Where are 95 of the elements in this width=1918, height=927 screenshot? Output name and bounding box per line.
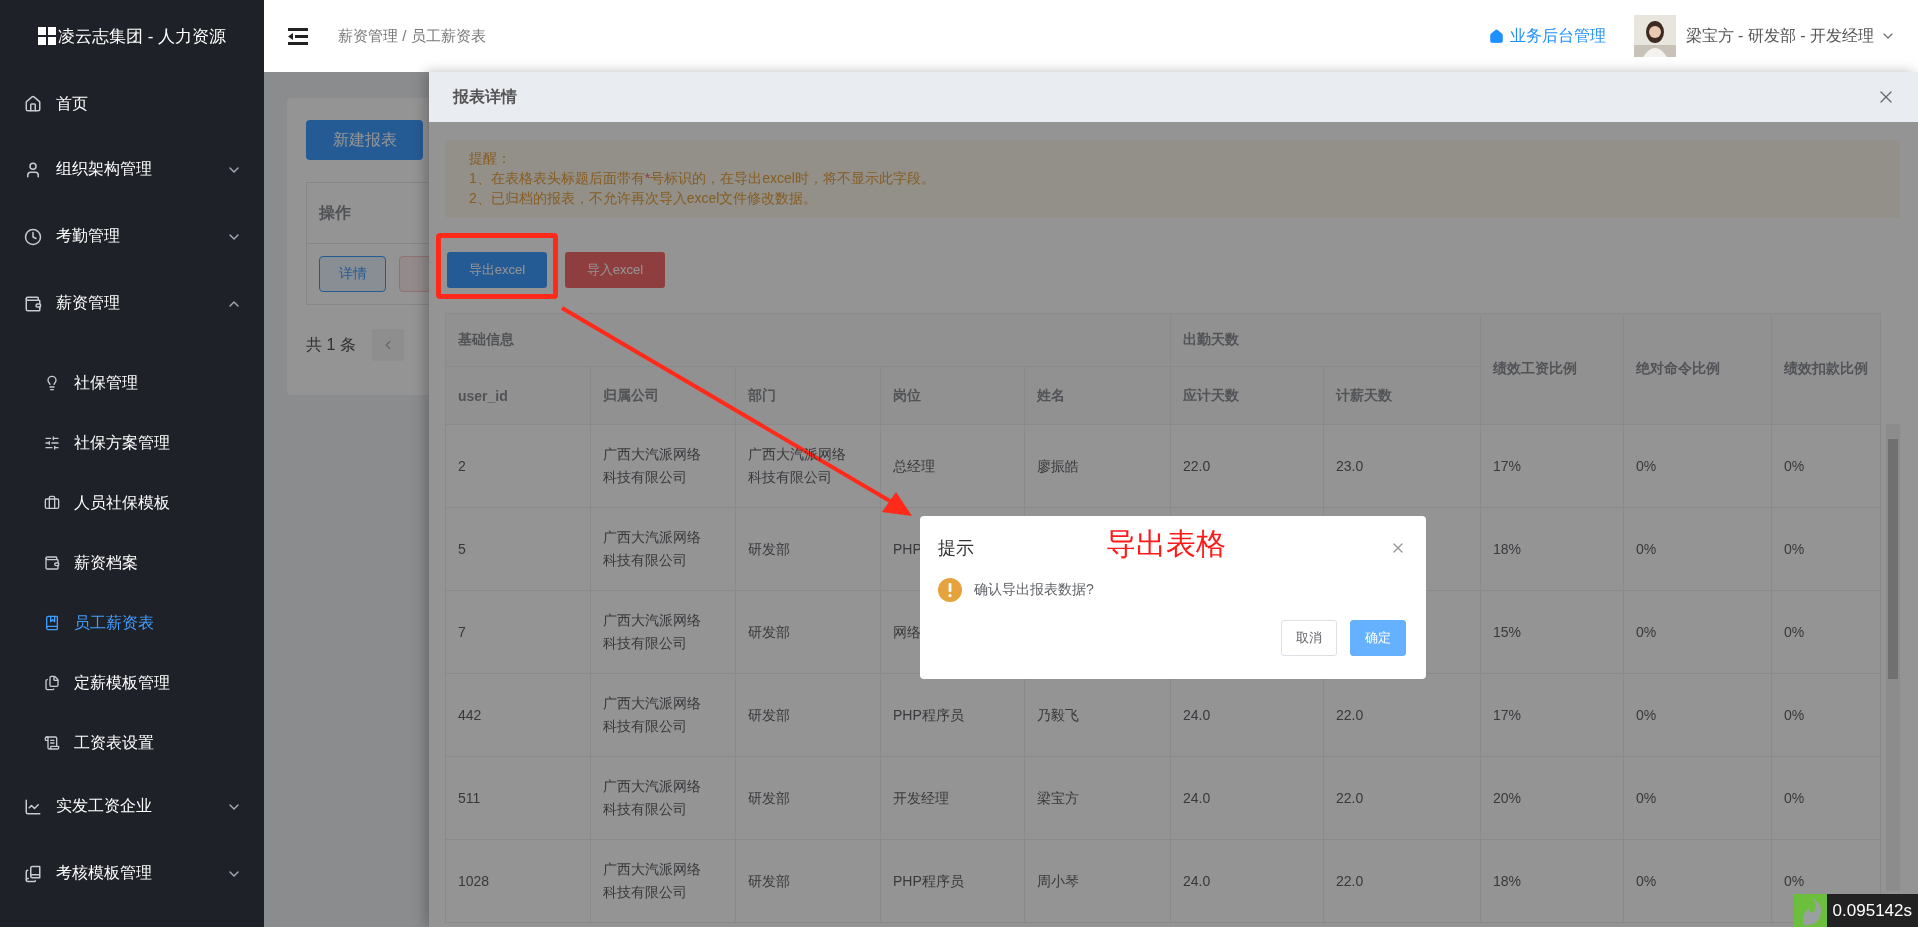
menu-item[interactable]: 考勤管理 <box>0 203 264 270</box>
table-cell-text: 广西大汽派网络科技有限公司 <box>603 611 702 653</box>
table-cell-text: PHP程序员 <box>893 705 964 725</box>
table-cell-text: 17% <box>1493 705 1522 725</box>
table-cell-text: 0% <box>1784 871 1805 891</box>
column-header: 基础信息 <box>445 313 1171 367</box>
table-cell-text: 广西大汽派网络科技有限公司 <box>603 528 702 570</box>
timer-value: 0.095142s <box>1832 900 1912 921</box>
table-cell-text: 总经理 <box>893 456 935 476</box>
column-header: 姓名 <box>1024 366 1171 425</box>
table-cell-text: 0% <box>1636 705 1657 725</box>
submenu-item[interactable]: 员工薪资表 <box>0 593 264 653</box>
column-header: 计薪天数 <box>1323 366 1481 425</box>
table-cell-text: 广西大汽派网络科技有限公司 <box>748 445 847 487</box>
submenu-item[interactable]: 薪资档案 <box>0 533 264 593</box>
submenu-item[interactable]: 人员社保模板 <box>0 473 264 533</box>
total-count: 共 1 条 <box>306 334 356 355</box>
column-header: 归属公司 <box>590 366 736 425</box>
grid-logo-icon <box>37 27 56 45</box>
submenu-item[interactable]: 工资表设置 <box>0 713 264 773</box>
menu-item[interactable]: 首页 <box>0 72 264 136</box>
table-cell-text: 广西大汽派网络科技有限公司 <box>603 694 702 736</box>
cancel-button[interactable]: 取消 <box>1281 620 1337 656</box>
submenu-item[interactable]: 社保管理 <box>0 353 264 413</box>
submenu-item[interactable]: 定薪模板管理 <box>0 653 264 713</box>
table-cell-text: 0% <box>1636 788 1657 808</box>
table-cell-text: 23.0 <box>1336 456 1364 476</box>
table-cell-text: 研发部 <box>748 539 790 559</box>
home-icon[interactable] <box>1488 28 1504 44</box>
table-cell-text: 18% <box>1493 539 1522 559</box>
table-cell-text: 24.0 <box>1183 871 1211 891</box>
annotation-text: 导出表格 <box>1106 526 1226 562</box>
table-cell-text: 442 <box>458 705 482 725</box>
column-header: 绩效扣款比例 <box>1771 313 1881 425</box>
menu-item[interactable]: 实发工资企业 <box>0 773 264 840</box>
flame-logo-icon <box>1793 894 1827 927</box>
table-cell-text: 梁宝方 <box>1037 788 1079 808</box>
table-cell-text: 0% <box>1636 456 1657 476</box>
dialog-title: 提示 <box>938 537 974 560</box>
table-cell-text: 22.0 <box>1336 788 1364 808</box>
table-cell-text: 研发部 <box>748 788 790 808</box>
submenu-item[interactable]: 社保方案管理 <box>0 413 264 473</box>
table-cell-text: 周小琴 <box>1037 871 1079 891</box>
table-cell-text: 511 <box>458 788 481 808</box>
table-cell-text: 17% <box>1493 456 1522 476</box>
breadcrumb: 薪资管理 / 员工薪资表 <box>338 26 487 46</box>
table-cell-text: 7 <box>458 622 466 642</box>
column-header: 岗位 <box>880 366 1025 425</box>
table-cell-text: 乃毅飞 <box>1037 705 1079 725</box>
table-cell-text: 1028 <box>458 871 490 891</box>
table-cell-text: 15% <box>1493 622 1522 642</box>
table-cell-text: 2 <box>458 456 466 476</box>
table-cell-text: 0% <box>1636 622 1657 642</box>
table-cell-text: 网络 <box>893 622 921 642</box>
table-cell-text: 18% <box>1493 871 1522 891</box>
table-cell-text: 22.0 <box>1183 456 1211 476</box>
warning-icon <box>938 578 962 602</box>
table-cell-text: 24.0 <box>1183 705 1211 725</box>
table-cell-text: PHP <box>893 539 922 559</box>
table-cell-text: 广西大汽派网络科技有限公司 <box>603 860 702 902</box>
brand-title: 凌云志集团 - 人力资源 <box>57 25 227 48</box>
table-cell-text: PHP程序员 <box>893 871 964 891</box>
table-cell-text: 研发部 <box>748 622 790 642</box>
column-header: 应计天数 <box>1170 366 1324 425</box>
table-cell-text: 0% <box>1636 539 1657 559</box>
table-cell-text: 22.0 <box>1336 871 1364 891</box>
column-header: 绩效工资比例 <box>1480 313 1624 425</box>
table-cell-text: 开发经理 <box>893 788 949 808</box>
table-cell-text: 0% <box>1784 456 1805 476</box>
table-cell-text: 研发部 <box>748 871 790 891</box>
column-header: user_id <box>445 366 591 425</box>
table-cell-text: 广西大汽派网络科技有限公司 <box>603 777 702 819</box>
menu-item[interactable]: 薪资管理 <box>0 270 264 337</box>
table-cell-text: 广西大汽派网络科技有限公司 <box>603 445 702 487</box>
table-cell-text: 0% <box>1784 539 1805 559</box>
table-cell-text: 研发部 <box>748 705 790 725</box>
table-cell-text: 5 <box>458 539 466 559</box>
column-header: 部门 <box>735 366 881 425</box>
notice-title: 提醒： <box>469 149 512 168</box>
table-cell-text: 0% <box>1784 705 1805 725</box>
table-cell-text: 廖振皓 <box>1037 456 1079 476</box>
drawer-title: 报表详情 <box>453 86 517 107</box>
dialog-message: 确认导出报表数据? <box>974 581 1094 599</box>
table-cell-text: 24.0 <box>1183 788 1211 808</box>
menu-item[interactable]: 考核模板管理 <box>0 840 264 907</box>
scrollbar[interactable] <box>1886 424 1900 891</box>
column-header: 出勤天数 <box>1170 313 1481 367</box>
column-header: 绝对命令比例 <box>1623 313 1772 425</box>
table-cell-text: 22.0 <box>1336 705 1364 725</box>
table-cell-text: 0% <box>1784 788 1805 808</box>
menu-item[interactable]: 组织架构管理 <box>0 136 264 203</box>
table-cell-text: 0% <box>1636 871 1657 891</box>
table-cell-text: 20% <box>1493 788 1522 808</box>
user-name[interactable]: 梁宝方 - 研发部 - 开发经理 <box>1685 25 1874 47</box>
table-cell-text: 0% <box>1784 622 1805 642</box>
